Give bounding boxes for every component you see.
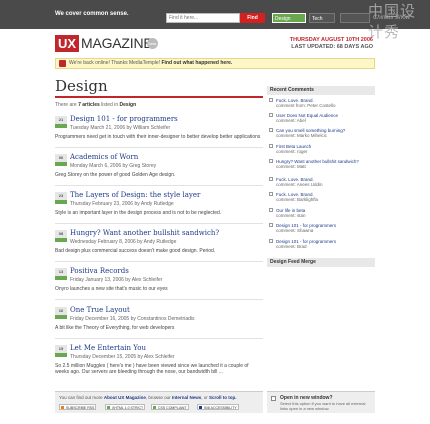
date-badge: 06: [55, 154, 67, 166]
new-window-desc: Select this option if you want to have a…: [280, 401, 366, 411]
comment-item[interactable]: Fuck. Love. Brand. comment from: Peter Co…: [269, 98, 373, 108]
topic-select[interactable]: Tech: [309, 13, 335, 23]
comment-icon: [269, 239, 273, 243]
divider: [55, 147, 263, 148]
article-summary: So 2.5 million Muggles ( here's me ) hav…: [55, 363, 249, 375]
article-summary: Programmers need get in touch with their…: [55, 134, 261, 140]
notice-text: We're back online! Thanks MediaTemple!: [69, 60, 161, 66]
new-window-checkbox[interactable]: [271, 396, 276, 401]
article-meta: Friday December 16, 2005 by Constantinos…: [70, 316, 195, 322]
article-title[interactable]: One True Layout: [70, 306, 130, 314]
date-badge: 21: [55, 116, 67, 128]
article-meta: Friday January 13, 2006 by Alex Schleife…: [70, 277, 163, 283]
xhtml-badge[interactable]: XHTML 1.0 STRICT: [105, 404, 146, 410]
new-window-panel: Open in new window? Select this option i…: [267, 391, 375, 413]
article-meta: Thursday February 23, 2006 by Andy Rutle…: [70, 201, 174, 207]
extra-select[interactable]: [340, 13, 370, 23]
divider: [55, 299, 263, 300]
comment-icon: [269, 192, 273, 196]
comment-icon: [269, 177, 273, 181]
article-summary: Bad design plus commercial success doesn…: [55, 248, 216, 254]
date-badge: 15: [55, 345, 67, 357]
notice-link[interactable]: Find out what happened here.: [161, 60, 232, 66]
rss-badge[interactable]: SUBSCRIBE RSS: [59, 404, 97, 410]
article-title[interactable]: Hungry? Want another bullshit sandwich?: [70, 229, 219, 237]
date-badge: 23: [55, 192, 67, 204]
article-summary: Onyro launches a new site that's music t…: [55, 286, 168, 292]
title-divider: [55, 96, 263, 98]
comment-icon: [269, 208, 273, 212]
date-badge: 13: [55, 268, 67, 280]
article-meta: Wednesday February 8, 2006 by Andy Rutle…: [70, 239, 177, 245]
article-meta: Thursday December 15, 2005 by Alex Schle…: [70, 354, 175, 360]
comment-item[interactable]: First Beta Launch comment: roger: [269, 144, 373, 154]
divider: [55, 223, 263, 224]
search-input[interactable]: Find it here...: [166, 13, 240, 23]
article-count: There are 7 articles listed in Design: [55, 102, 137, 108]
article-title[interactable]: Let Me Entertain You: [70, 344, 146, 352]
date-badge: 08: [55, 230, 67, 242]
search-button[interactable]: Find: [240, 13, 265, 23]
internal-news-link[interactable]: Internal News: [172, 395, 201, 400]
article-meta: Monday March 6, 2006 by Greg Storey: [70, 163, 157, 169]
beta-badge: beta: [147, 38, 158, 49]
article-title[interactable]: Design 101 - for programmers: [70, 115, 178, 123]
article-summary: Greg Storey on the power of good Golden …: [55, 172, 176, 178]
footer: You can find out more About UX Magazine,…: [55, 391, 263, 413]
comment-icon: [269, 128, 273, 132]
feed-merge-heading: Design Feed Merge: [267, 258, 375, 267]
article-summary: Style is an important layer in the desig…: [55, 210, 222, 216]
tagline: We cover common sense.: [55, 11, 129, 17]
article-title[interactable]: The Layers of Design: the style layer: [70, 191, 200, 199]
accessibility-badge[interactable]: 508 ACCESSIBILITY: [197, 404, 239, 410]
last-updated: LAST UPDATED: 68 DAYS AGO: [291, 44, 373, 50]
comment-item[interactable]: Fuck. Love. Brand. comment: Barklighfla: [269, 192, 373, 202]
scroll-top-link[interactable]: Scroll to top.: [209, 395, 237, 400]
comment-item[interactable]: Fuck. Love. Brand. comment: Anees Uddin: [269, 177, 373, 187]
article-title[interactable]: Positiva Records: [70, 267, 129, 275]
watermark-sub: Chinaui Show: [373, 15, 411, 21]
css-badge[interactable]: CSS COMPLIANT: [151, 404, 189, 410]
comment-icon: [269, 223, 273, 227]
section-select[interactable]: Design: [272, 13, 306, 23]
divider: [55, 338, 263, 339]
article-title[interactable]: Academics of Worn: [70, 153, 138, 161]
article-summary: A bit like the Theory of Everything, for…: [55, 325, 175, 331]
date-badge: 16: [55, 307, 67, 319]
comment-icon: [269, 98, 273, 102]
footer-text: You can find out more About UX Magazine,…: [59, 395, 237, 400]
watermark: 中国设计秀: [368, 2, 417, 41]
about-link[interactable]: About UX Magazine: [104, 395, 146, 400]
comment-icon: [269, 113, 273, 117]
alert-icon: [59, 60, 66, 67]
notice-bar: We're back online! Thanks MediaTemple! F…: [55, 58, 375, 69]
comment-icon: [269, 159, 273, 163]
comment-item[interactable]: Hungry? Want another bullshit sandwich? c…: [269, 159, 373, 169]
divider: [55, 261, 263, 262]
comment-icon: [269, 144, 273, 148]
divider: [55, 185, 263, 186]
comment-item[interactable]: Design 101 - for programmers comment: Sha…: [269, 223, 373, 233]
comment-item[interactable]: Our life in beta comment: stan: [269, 208, 373, 218]
current-date: THURSDAY AUGUST 10TH 2006: [289, 37, 373, 43]
comment-item[interactable]: User Does Not Equal Audience comment: Abe…: [269, 113, 373, 123]
page-title: Design: [55, 77, 108, 95]
logo-magazine[interactable]: MAGAZINE: [81, 35, 153, 52]
logo-ux[interactable]: UX: [55, 35, 79, 52]
comment-item[interactable]: Design 101 - for programmers comment: Bra…: [269, 239, 373, 249]
article-meta: Tuesday March 21, 2006 by William Schlei…: [70, 125, 171, 131]
recent-comments-heading: Recent Comments: [267, 86, 375, 95]
comment-item[interactable]: Can you smell something burning? comment:…: [269, 128, 373, 138]
